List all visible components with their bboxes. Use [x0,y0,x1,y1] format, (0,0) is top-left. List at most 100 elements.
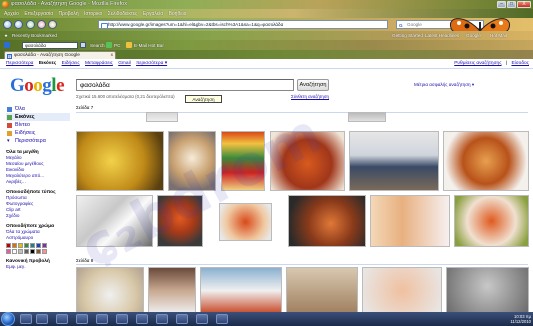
gbar-search-settings[interactable]: Ρυθμίσεις αναζήτησης [454,61,501,66]
color-swatch[interactable] [24,243,29,248]
bookmark-getting-started[interactable]: Getting Started [392,33,423,38]
color-swatch[interactable] [18,243,23,248]
menu-bookmarks[interactable]: Σελιδοδείκτες [108,11,138,17]
result-stats: Σχετικά 15.600 αποτελέσματα (0,21 δευτερ… [76,94,175,99]
gbar-link-images[interactable]: Εικόνες [39,61,56,66]
color-swatch[interactable] [42,243,47,248]
dropdown-icon[interactable] [80,42,86,48]
color-swatch[interactable] [42,249,47,254]
gbar-sign-in[interactable]: Είσοδος [511,61,529,66]
bookmark-latest-headlines[interactable]: Latest Headlines [425,33,459,38]
close-button[interactable]: X [517,1,531,8]
gbar-more-dropdown[interactable]: περισσότερα ▾ [136,61,167,66]
back-icon[interactable] [3,20,12,29]
color-swatch[interactable] [6,249,11,254]
toolbar-search-input[interactable]: φασολάδα [22,42,78,49]
menu-edit[interactable]: Επεξεργασία [24,11,53,17]
search-button[interactable]: Αναζήτηση [297,79,329,91]
image-thumbnail[interactable] [148,267,196,314]
app-task-icon[interactable] [96,314,108,324]
toolbar-search-button[interactable]: Search [90,43,105,48]
gbar-link-news[interactable]: Ειδήσεις [62,61,80,66]
color-bw[interactable]: Ασπρόμαυρο [6,235,70,241]
reload-icon[interactable] [26,20,35,29]
image-thumbnail[interactable] [348,112,386,122]
image-thumbnail[interactable] [370,195,450,247]
nav-item-more[interactable]: ▾ Περισσότερα [6,137,70,145]
color-swatch[interactable] [36,243,41,248]
color-swatch[interactable] [12,243,17,248]
color-swatch[interactable] [30,249,35,254]
image-thumbnail[interactable] [76,131,164,191]
app-task-icon[interactable] [176,314,188,324]
menu-tools[interactable]: Εργαλεία [143,11,163,17]
image-thumbnail[interactable] [362,267,442,314]
nav-item-news[interactable]: Ειδήσεις [6,129,70,137]
image-thumbnail[interactable] [76,267,144,314]
bookmark-hot-mail[interactable]: Hot Mail [490,33,507,38]
menu-help[interactable]: Βοήθεια [169,11,187,17]
app-task-icon[interactable] [116,314,128,324]
firefox-task-icon[interactable] [56,314,68,324]
bookmark-google[interactable]: Google [466,33,481,38]
nav-item-all[interactable]: Όλα [6,105,70,113]
image-thumbnail[interactable] [288,195,366,247]
color-swatch[interactable] [12,249,17,254]
toolbar-email-button[interactable]: E-Mail Hot Bar [134,43,164,48]
image-thumbnail[interactable] [219,203,272,241]
color-swatch[interactable] [24,249,29,254]
menu-file[interactable]: Αρχείο [4,11,19,17]
image-thumbnail[interactable] [168,131,216,191]
image-thumbnail[interactable] [454,195,529,247]
bookmark-recently[interactable]: Recently Bookmarked [12,33,57,38]
menu-history[interactable]: Ιστορικό [84,11,102,17]
safesearch-dropdown[interactable]: Μέτρια ασφαλής αναζήτηση ▾ [414,82,474,88]
color-swatch[interactable] [18,249,23,254]
home-icon[interactable] [48,20,57,29]
type-drawing[interactable]: Σχέδιο [6,213,70,219]
image-thumbnail[interactable] [221,131,265,191]
toolbar-pc-button[interactable]: PC [114,43,120,48]
gbar-link-more[interactable]: Περισσότερα [6,61,33,66]
app-task-icon[interactable] [196,314,208,324]
image-thumbnail[interactable] [146,112,178,122]
google-logo[interactable]: Google [10,75,64,97]
color-swatch[interactable] [6,243,11,248]
image-thumbnail[interactable] [443,131,529,191]
menu-view[interactable]: Προβολή [59,11,79,17]
star-icon[interactable]: ★ [4,33,8,39]
image-thumbnail[interactable] [157,195,203,247]
system-tray[interactable]: 10:03 πμ 11/12/2010 [471,314,531,324]
search-engine-icon[interactable]: G [399,22,403,30]
image-thumbnail[interactable] [349,131,439,191]
show-sizes-link[interactable]: Εμφ. μεγ. [6,264,70,270]
nav-item-images[interactable]: Εικόνες [6,113,70,121]
image-thumbnail[interactable] [200,267,282,314]
start-button-icon[interactable] [1,312,15,326]
stop-icon[interactable] [37,20,46,29]
forward-icon[interactable] [14,20,23,29]
size-exact[interactable]: Ακριβές... [6,179,70,185]
app-task-icon[interactable] [156,314,168,324]
nav-item-video[interactable]: Βίντεο [6,121,70,129]
ie-icon[interactable] [36,314,48,324]
color-swatch[interactable] [30,243,35,248]
media-task-icon[interactable] [136,314,148,324]
image-thumbnail[interactable] [76,195,153,247]
tab-close-icon[interactable]: x [111,52,113,59]
search-input[interactable]: φασολάδα [76,79,294,91]
maximize-button[interactable]: □ [507,1,516,8]
color-swatch[interactable] [36,249,41,254]
folder-task-icon[interactable] [76,314,88,324]
minimize-button[interactable]: – [497,1,506,8]
image-thumbnail[interactable] [270,131,345,191]
explorer-icon[interactable] [20,314,32,324]
gbar-link-gmail[interactable]: Gmail [118,61,131,66]
image-thumbnail[interactable] [446,267,529,314]
advanced-search-link[interactable]: Σύνθετη αναζήτηση [291,94,329,99]
app-task-icon[interactable] [216,314,228,324]
tab-google-search[interactable]: g φασολάδα - Αναζήτηση Google x [4,51,116,59]
gbar-link-translate[interactable]: Μεταφράσεις [85,61,113,66]
image-thumbnail[interactable] [286,267,358,314]
address-bar[interactable]: http://www.google.gr/images?um=1&hl=el&g… [98,20,388,29]
